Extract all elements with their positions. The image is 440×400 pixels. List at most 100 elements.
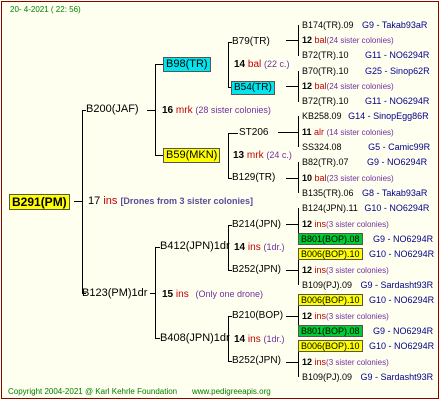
- gen3-queen-d1[interactable]: B210(BOP): [232, 310, 283, 322]
- gen3-queen-b1[interactable]: ST206: [239, 127, 268, 139]
- connector: [286, 316, 298, 317]
- gen4-queen[interactable]: B006(BOP).10: [298, 248, 363, 260]
- connector: [74, 201, 82, 202]
- gen3-queen-a2[interactable]: B54(TR): [231, 81, 275, 95]
- gen3-queen-d2[interactable]: B252(JPN): [232, 355, 281, 367]
- gen3-queen-a1[interactable]: B79(TR): [232, 36, 270, 48]
- gen4-note: (3 sister colonies): [326, 266, 389, 275]
- root-mark: ins: [103, 195, 118, 207]
- gen4-queen[interactable]: SS324.08: [302, 142, 342, 152]
- gen4-row: 11 alr (14 sister colonies): [302, 126, 394, 139]
- gen4-breeder-code: G9 - Sardasht93R: [360, 280, 434, 290]
- gen2-mark-a: bal: [247, 59, 262, 70]
- gen2-queen-a[interactable]: B98(TR): [163, 57, 211, 72]
- connector: [155, 155, 163, 156]
- gen4-queen[interactable]: B801(BOP).08: [298, 233, 363, 245]
- gen4-breeder-code: G9 - NO6294R: [367, 157, 428, 167]
- gen4-row: B70(TR).10 G25 - Sinop62R: [302, 65, 430, 77]
- gen4-queen[interactable]: B72(TR).10: [302, 50, 349, 60]
- gen4-row: 12 ins(3 sister colonies): [302, 218, 389, 231]
- gen2-queen-d[interactable]: B408(JPN)1dr: [160, 332, 230, 345]
- gen4-mark: bal: [314, 35, 327, 45]
- gen4-mark: alr: [314, 127, 325, 137]
- connector: [286, 86, 298, 87]
- gen4-note: (23 sister colonies): [326, 174, 394, 183]
- gen4-queen[interactable]: B006(BOP).10: [298, 340, 363, 352]
- gen4-row: 12 bal(24 sister colonies): [302, 34, 394, 47]
- gen2-mark-c: ins: [247, 242, 261, 253]
- gen2-queen-c[interactable]: B412(JPN)1dr: [160, 240, 230, 253]
- gen2-mark-b: mrk: [246, 150, 264, 161]
- gen2-queen-b[interactable]: B59(MKN): [163, 148, 221, 163]
- gen2-note-a: (22 c.): [264, 59, 290, 69]
- gen4-row: B135(TR).06 G8 - Takab93aR: [302, 187, 427, 199]
- sire-queen[interactable]: B200(JAF): [86, 103, 139, 116]
- gen4-count: 12: [302, 357, 313, 367]
- gen4-queen[interactable]: B70(TR).10: [302, 66, 349, 76]
- gen4-queen[interactable]: B006(BOP).10: [298, 294, 363, 306]
- gen4-row: B801(BOP).08 G9 - NO6294R: [298, 325, 433, 337]
- gen4-queen[interactable]: B82(TR).07: [302, 157, 349, 167]
- gen4-breeder-code: G10 - NO6294R: [364, 203, 430, 213]
- gen4-note: (24 sister colonies): [326, 36, 394, 45]
- connector: [155, 247, 156, 339]
- gen3-queen-c1[interactable]: B214(JPN): [232, 219, 281, 231]
- gen2-info-b: 13 mrk (24 c.): [233, 149, 292, 162]
- gen4-queen[interactable]: B109(PJ).09: [302, 280, 352, 290]
- connector: [298, 71, 299, 102]
- gen4-queen[interactable]: B174(TR).09: [302, 20, 354, 30]
- connector: [228, 133, 229, 179]
- sire-note: (28 sister colonies): [195, 105, 271, 115]
- gen4-queen[interactable]: KB258.09: [302, 111, 342, 121]
- root-note: [Drones from 3 sister colonies]: [120, 196, 253, 206]
- gen2-count-b: 13: [233, 150, 245, 161]
- gen4-mark: ins: [314, 357, 327, 367]
- connector: [298, 116, 299, 147]
- footer-site-link[interactable]: www.pedigreeapis.org: [192, 386, 271, 398]
- gen2-mark-d: ins: [247, 334, 261, 345]
- gen2-count-d: 14: [234, 334, 246, 345]
- gen3-queen-b2[interactable]: B129(TR): [232, 172, 275, 184]
- gen4-queen[interactable]: B109(PJ).09: [302, 372, 352, 382]
- gen4-queen[interactable]: B801(BOP).08: [298, 325, 363, 337]
- connector: [155, 64, 163, 65]
- dam-colony-count: 15: [162, 289, 174, 300]
- gen4-note: (3 sister colonies): [326, 358, 389, 367]
- connector: [82, 110, 83, 294]
- gen4-queen[interactable]: B124(JPN).11: [302, 203, 358, 213]
- connector: [278, 132, 298, 133]
- gen2-count-a: 14: [234, 59, 246, 70]
- gen4-row: 12 ins(3 sister colonies): [302, 310, 389, 323]
- gen4-row: B72(TR).10 G11 - NO6294R: [302, 95, 429, 107]
- gen4-breeder-code: G10 - NO6294R: [369, 249, 435, 259]
- gen2-info-c: 14 ins (1dr.): [234, 241, 285, 254]
- gen4-queen[interactable]: B135(TR).06: [302, 188, 354, 198]
- connector: [147, 110, 155, 111]
- gen4-queen[interactable]: B72(TR).10: [302, 96, 349, 106]
- connector: [298, 162, 299, 193]
- sire-info: 16 mrk (28 sister colonies): [162, 104, 271, 117]
- gen4-breeder-code: G11 - NO6294R: [365, 96, 430, 106]
- connector: [298, 25, 299, 56]
- connector: [155, 64, 156, 156]
- sire-mark: mrk: [175, 105, 193, 116]
- gen4-row: B006(BOP).10 G10 - NO6294R: [298, 294, 434, 306]
- connector: [286, 270, 298, 271]
- gen4-mark: ins: [314, 311, 327, 321]
- gen4-note: (3 sister colonies): [326, 220, 389, 229]
- root-queen[interactable]: B291(PM): [9, 194, 70, 210]
- gen4-breeder-code: G25 - Sinop62R: [365, 66, 430, 76]
- gen4-row: B82(TR).07 G9 - NO6294R: [302, 156, 427, 168]
- gen4-row: B109(PJ).09 G9 - Sardasht93R: [302, 279, 433, 291]
- gen3-queen-c2[interactable]: B252(JPN): [232, 264, 281, 276]
- gen4-note: (14 sister colonies): [326, 128, 394, 137]
- gen4-row: SS324.08 G5 - Camic99R: [302, 141, 430, 153]
- gen4-note: (3 sister colonies): [326, 312, 389, 321]
- gen4-count: 12: [302, 219, 313, 229]
- gen2-note-b: (24 c.): [266, 150, 292, 160]
- dam-queen[interactable]: B123(PM)1dr: [82, 287, 147, 300]
- gen2-count-c: 14: [234, 242, 246, 253]
- gen2-note-d: (1dr.): [263, 334, 285, 344]
- root-info: 17 ins [Drones from 3 sister colonies]: [88, 195, 253, 208]
- gen4-row: 12 ins(3 sister colonies): [302, 264, 389, 277]
